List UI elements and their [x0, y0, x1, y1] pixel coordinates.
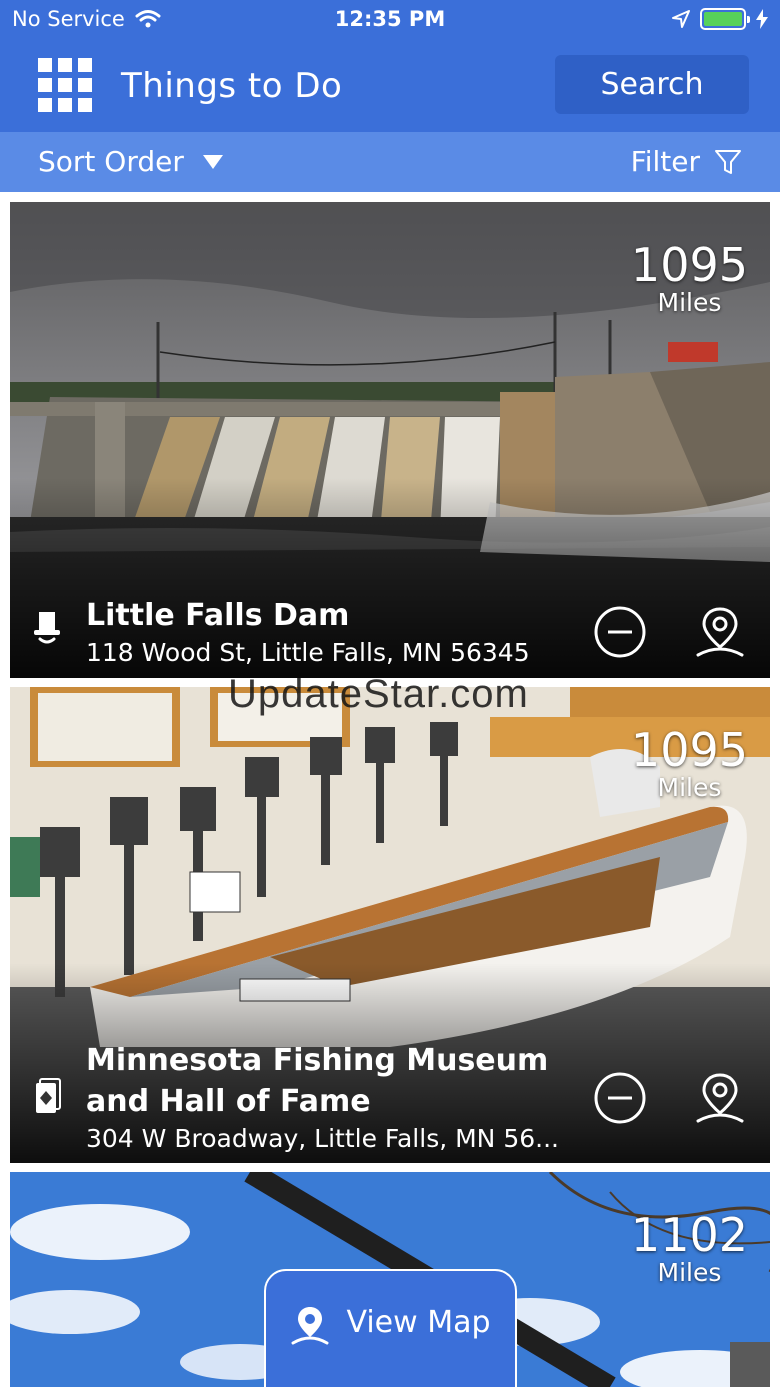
distance-unit: Miles [657, 288, 722, 317]
distance-badge: 1095 Miles [631, 240, 748, 316]
map-pin-icon[interactable] [693, 1071, 747, 1125]
sort-filter-bar: Sort Order Filter [0, 132, 780, 192]
distance-value: 1102 [630, 1208, 748, 1262]
place-card-little-falls-dam[interactable]: 1095 Miles Little Falls Dam 118 Wood St,… [10, 202, 770, 678]
apps-grid-icon[interactable] [38, 58, 92, 112]
map-pin-icon[interactable] [693, 605, 747, 659]
place-title[interactable]: Little Falls Dam [86, 595, 566, 636]
place-address: 118 Wood St, Little Falls, MN 56345 [86, 638, 530, 667]
watermark-text: UpdateStar.com [228, 672, 529, 716]
place-title[interactable]: Minnesota Fishing Museum and Hall of Fam… [86, 1040, 566, 1122]
distance-value: 1095 [630, 723, 748, 777]
distance-badge: 1102 Miles [631, 1210, 748, 1286]
place-card-fishing-museum[interactable]: 1095 Miles Minnesota Fishing Museum and … [10, 687, 770, 1163]
filter-button[interactable]: Filter [631, 145, 742, 178]
view-map-label: View Map [346, 1305, 491, 1340]
remove-circle-icon[interactable] [593, 1071, 647, 1125]
status-right [672, 8, 768, 30]
card-icon [36, 1078, 61, 1113]
location-arrow-icon [672, 10, 690, 28]
status-time: 12:35 PM [334, 7, 446, 31]
caret-down-icon [202, 154, 223, 169]
search-button[interactable]: Search [555, 55, 749, 114]
sort-order-label: Sort Order [38, 145, 184, 178]
distance-badge: 1095 Miles [631, 725, 748, 801]
place-address: 304 W Broadway, Little Falls, MN 56... [86, 1124, 559, 1153]
sort-order-button[interactable]: Sort Order [38, 145, 224, 178]
status-bar: No Service 12:35 PM [0, 0, 780, 40]
top-hat-icon [34, 612, 60, 644]
map-pin-icon [291, 1307, 329, 1345]
filter-label: Filter [630, 145, 700, 178]
remove-circle-icon[interactable] [593, 605, 647, 659]
charging-bolt-icon [756, 9, 768, 29]
page-title: Things to Do [121, 66, 343, 106]
distance-unit: Miles [657, 1258, 722, 1287]
distance-unit: Miles [657, 773, 722, 802]
filter-funnel-icon [715, 149, 741, 174]
battery-icon [700, 8, 750, 30]
nav-bar: Things to Do Search [0, 40, 780, 132]
view-map-button[interactable]: View Map [264, 1269, 517, 1387]
distance-value: 1095 [630, 238, 748, 292]
